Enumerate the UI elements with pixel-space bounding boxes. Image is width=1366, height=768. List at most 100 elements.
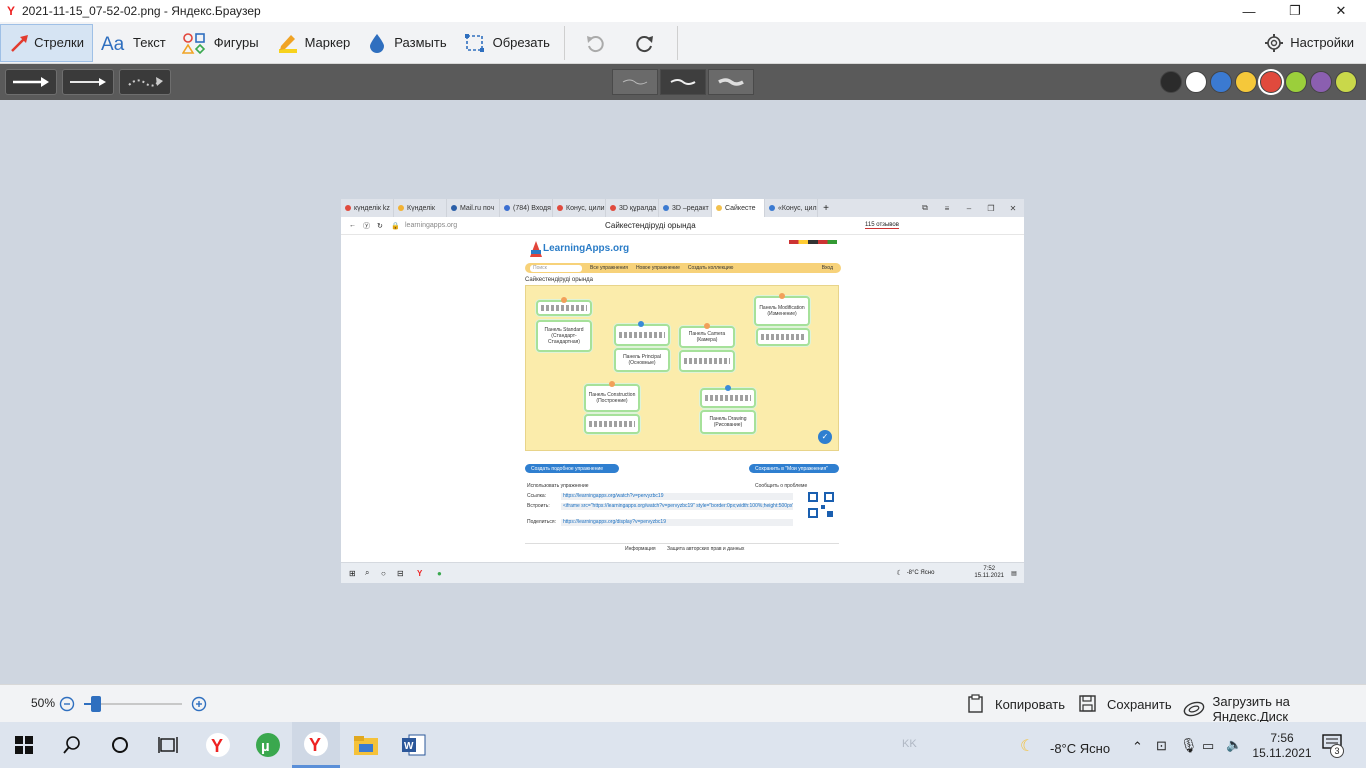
volume-icon[interactable]: 🔈 [1226, 737, 1242, 753]
language-indicator[interactable]: KK [902, 738, 917, 750]
language-flags-icon[interactable] [789, 240, 837, 244]
maximize-button[interactable]: ❐ [1272, 0, 1318, 22]
arrow-style-thin[interactable] [62, 69, 114, 95]
icon-card-modification[interactable] [756, 328, 810, 346]
stroke-thick[interactable] [708, 69, 754, 95]
copy-button[interactable]: Копировать [966, 694, 1065, 714]
taskbar-word[interactable]: W [390, 722, 438, 768]
tool-crop[interactable]: Обрезать [455, 24, 558, 62]
la-nav-all[interactable]: Все упражнения [590, 265, 628, 271]
cortana-button[interactable] [96, 722, 144, 768]
color-swatch[interactable] [1185, 71, 1207, 93]
people-icon[interactable]: ⊡ [1156, 738, 1167, 754]
tool-text[interactable]: Aa Текст [93, 24, 174, 62]
text-card-standard[interactable]: Панель Standard (Стандарт- Стандартная) [536, 320, 592, 352]
taskbar-clock[interactable]: 7:56 15.11.2021 [1252, 731, 1312, 761]
la-nav-collection[interactable]: Создать коллекцию [688, 265, 734, 271]
color-swatch[interactable] [1260, 71, 1282, 93]
color-swatch[interactable] [1335, 71, 1357, 93]
tabs-icon[interactable]: ⧉ [914, 203, 936, 213]
restore-icon[interactable]: ❐ [980, 204, 1002, 213]
arrow-style-curved[interactable] [119, 69, 171, 95]
qr-code-icon[interactable] [807, 491, 835, 519]
taskbar-yandex-browser[interactable]: Y [194, 722, 242, 768]
share-field[interactable]: https://learningapps.org/display?v=pervy… [561, 519, 793, 526]
undo-button[interactable] [571, 24, 625, 62]
browser-tab[interactable]: 3D құралда [606, 199, 659, 217]
menu-icon[interactable]: ≡ [936, 204, 958, 213]
check-answer-icon[interactable]: ✓ [818, 430, 832, 444]
tool-arrows[interactable]: Стрелки [0, 23, 93, 62]
taskbar-yandex-active[interactable]: Y [292, 722, 340, 768]
redo-button[interactable] [625, 24, 671, 62]
text-card-camera[interactable]: Панель Camera (Камера) [679, 326, 735, 348]
search-button[interactable] [48, 722, 96, 768]
zoom-slider-thumb[interactable] [90, 696, 101, 712]
text-card-construction[interactable]: Панель Construction (Построение) [584, 384, 640, 412]
battery-icon[interactable]: ▭ [1202, 738, 1214, 754]
color-swatch[interactable] [1235, 71, 1257, 93]
inner-search-icon[interactable]: ⌕ [365, 568, 381, 578]
back-icon[interactable]: ← [349, 222, 363, 229]
inner-taskview-icon[interactable]: ⊟ [397, 569, 417, 578]
icon-card-principal[interactable] [614, 324, 670, 346]
browser-tab[interactable]: 3D –редакт [659, 199, 712, 217]
url-text[interactable]: learningapps.org [405, 222, 605, 229]
upload-disk-button[interactable]: Загрузить на Яндекс.Диск [1182, 694, 1366, 724]
icon-card-camera[interactable] [679, 350, 735, 372]
tool-blur[interactable]: Размыть [358, 24, 454, 62]
save-button[interactable]: Сохранить [1078, 694, 1172, 714]
close-icon[interactable]: ✕ [1002, 204, 1024, 213]
start-button[interactable] [0, 722, 48, 768]
create-similar-button[interactable]: Создать подобное упражнение [525, 464, 619, 473]
tool-marker[interactable]: Маркер [267, 24, 359, 62]
inner-cortana-icon[interactable]: ○ [381, 569, 397, 578]
text-card-modification[interactable]: Панель Modification (Изменение) [754, 296, 810, 326]
inner-notification-icon[interactable]: ▤ [1004, 570, 1024, 577]
browser-tab[interactable]: «Конус, цили [765, 199, 818, 217]
stroke-thin[interactable] [612, 69, 658, 95]
minimize-button[interactable]: — [1226, 0, 1272, 22]
text-card-drawing[interactable]: Панель Drawing (Рисование) [700, 410, 756, 434]
link-field[interactable]: https://learningapps.org/watch?v=pervyzb… [561, 493, 793, 500]
browser-tab[interactable]: Күнделік [394, 199, 447, 217]
reviews-link[interactable]: 115 отзывов [865, 222, 899, 229]
notification-center[interactable]: 3 [1322, 734, 1344, 758]
text-card-principal[interactable]: Панель Principal (Основные) [614, 348, 670, 372]
arrow-style-solid[interactable] [5, 69, 57, 95]
microphone-icon[interactable]: 🎙 [1180, 737, 1198, 754]
zoom-slider[interactable] [84, 696, 182, 712]
save-to-my-apps-button[interactable]: Сохранить в "Мои упражнения" [749, 464, 839, 473]
footer-rights-link[interactable]: Защита авторских прав и данных [667, 546, 744, 552]
inner-start-icon[interactable]: ⊞ [349, 569, 365, 578]
zoom-out-icon[interactable] [59, 696, 75, 712]
inner-yandex-icon[interactable]: Y [417, 569, 437, 578]
color-swatch[interactable] [1310, 71, 1332, 93]
chevron-up-icon[interactable]: ⌃ [1132, 739, 1143, 755]
taskbar-file-explorer[interactable] [342, 722, 390, 768]
minimize-icon[interactable]: – [958, 204, 980, 213]
browser-tab[interactable]: (784) Входя [500, 199, 553, 217]
stroke-medium[interactable] [660, 69, 706, 95]
icon-card-construction[interactable] [584, 414, 640, 434]
task-view-button[interactable] [144, 722, 192, 768]
footer-info-link[interactable]: Информация [625, 546, 656, 552]
color-swatch[interactable] [1285, 71, 1307, 93]
browser-tab[interactable]: Конус, цили [553, 199, 606, 217]
new-tab-icon[interactable]: + [818, 203, 834, 214]
icon-card-drawing[interactable] [700, 388, 756, 408]
report-link[interactable]: Сообщить о проблеме [755, 483, 807, 489]
la-nav-new[interactable]: Новое упражнение [636, 265, 680, 271]
reload-icon[interactable]: ↻ [377, 222, 391, 230]
close-button[interactable]: ✕ [1318, 0, 1364, 22]
taskbar-utorrent[interactable]: µ [244, 722, 292, 768]
embed-field[interactable]: <iframe src="https://learningapps.org/wa… [561, 503, 793, 510]
browser-tab[interactable]: Сайкесте [712, 199, 765, 217]
browser-tab[interactable]: күнделік kz [341, 199, 394, 217]
settings-button[interactable]: Настройки [1256, 24, 1362, 62]
zoom-in-icon[interactable] [191, 696, 207, 712]
tool-shapes[interactable]: Фигуры [174, 24, 267, 62]
color-swatch[interactable] [1160, 71, 1182, 93]
color-swatch[interactable] [1210, 71, 1232, 93]
yandex-icon[interactable]: ⓨ [363, 221, 377, 231]
